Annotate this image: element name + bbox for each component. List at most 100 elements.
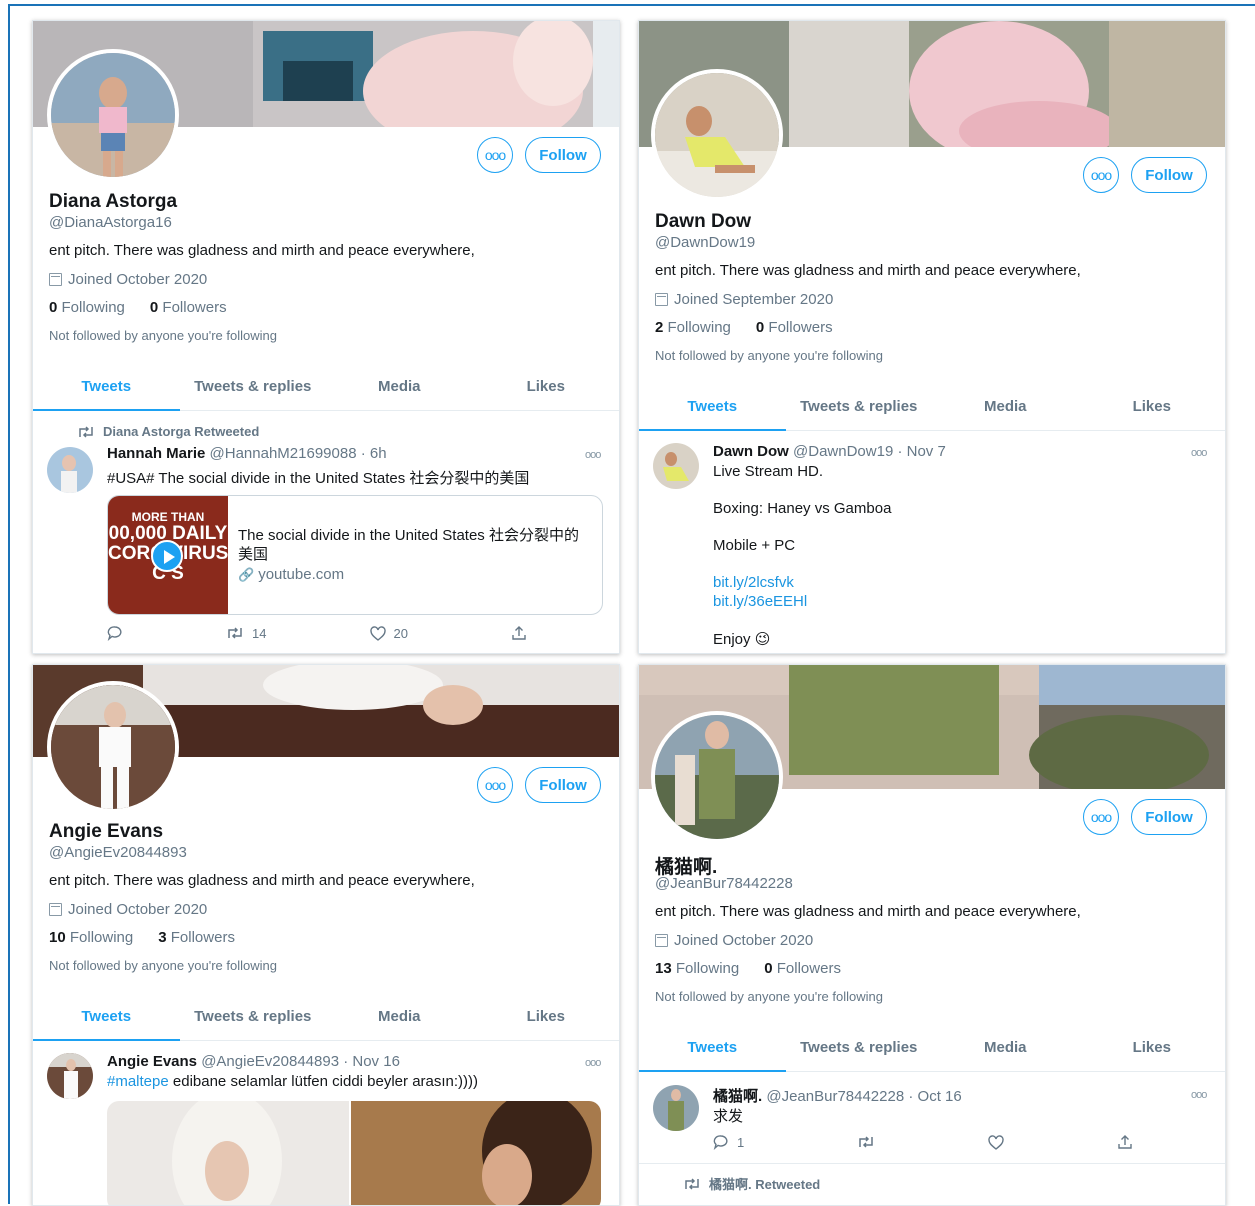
tweet-author-name[interactable]: Hannah Marie: [107, 445, 205, 462]
tab-likes[interactable]: Likes: [473, 362, 620, 410]
tweet-text: #maltepe edibane selamlar lütfen ciddi b…: [107, 1073, 479, 1090]
tab-tweets[interactable]: Tweets: [33, 992, 180, 1041]
more-options-button[interactable]: ooo: [477, 137, 513, 173]
reply-button[interactable]: [107, 625, 123, 641]
tab-tweets[interactable]: Tweets: [639, 1023, 786, 1072]
tab-tweets[interactable]: Tweets: [639, 382, 786, 431]
followers-link[interactable]: 0 Followers: [756, 319, 833, 336]
more-options-button[interactable]: ooo: [477, 767, 513, 803]
like-button[interactable]: 20: [369, 625, 408, 641]
following-link[interactable]: 13 Following: [655, 960, 739, 977]
tweet-time[interactable]: · Nov 16: [343, 1053, 400, 1070]
tweet-more-icon[interactable]: ooo: [1191, 447, 1207, 459]
tweet-more-icon[interactable]: ooo: [585, 1057, 601, 1069]
joined-date: Joined September 2020: [655, 291, 833, 308]
profile-handle: @DianaAstorga16: [49, 214, 172, 231]
tweet-time[interactable]: · Nov 7: [897, 443, 945, 460]
like-button[interactable]: [988, 1134, 1004, 1150]
tweet-more-icon[interactable]: ooo: [585, 449, 601, 461]
follow-button[interactable]: Follow: [525, 137, 601, 173]
tweet-author-name[interactable]: Dawn Dow: [713, 443, 789, 460]
tweet-author-name[interactable]: 橘猫啊.: [713, 1088, 762, 1105]
more-options-button[interactable]: ooo: [1083, 799, 1119, 835]
wink-emoji-icon: 😉: [754, 631, 771, 648]
follow-button[interactable]: Follow: [1131, 799, 1207, 835]
profile-name: Diana Astorga: [49, 191, 178, 212]
tab-likes[interactable]: Likes: [1079, 1023, 1226, 1071]
retweet-indicator: 橘猫啊. Retweeted: [683, 1174, 820, 1193]
tweet-actions: 1: [713, 1134, 1133, 1150]
profile-avatar[interactable]: [47, 49, 179, 181]
tweet-header: Angie Evans @AngieEv20844893 · Nov 16: [107, 1053, 400, 1070]
tweet-link[interactable]: bit.ly/36eEEHl: [713, 593, 807, 610]
play-icon[interactable]: [151, 540, 183, 572]
tweet-more-icon[interactable]: ooo: [1191, 1089, 1207, 1101]
tab-tweets-replies[interactable]: Tweets & replies: [180, 362, 327, 410]
retweet-icon: [859, 1136, 873, 1148]
tab-likes[interactable]: Likes: [1079, 382, 1226, 430]
profile-avatar[interactable]: [47, 681, 179, 813]
tab-media[interactable]: Media: [932, 1023, 1079, 1071]
following-link[interactable]: 2 Following: [655, 319, 731, 336]
retweet-button[interactable]: 14: [226, 625, 266, 641]
profile-avatar[interactable]: [651, 711, 783, 843]
profile-avatar[interactable]: [651, 69, 783, 201]
tweet-author-avatar[interactable]: [653, 1085, 699, 1131]
tweet-header: Hannah Marie @HannahM21699088 · 6h: [107, 445, 387, 462]
tweet-time[interactable]: · 6h: [361, 445, 387, 462]
tab-tweets-replies[interactable]: Tweets & replies: [786, 382, 933, 430]
tab-likes[interactable]: Likes: [473, 992, 620, 1040]
tweet-link[interactable]: bit.ly/2lcsfvk: [713, 574, 794, 591]
tweet-author-handle[interactable]: @AngieEv20844893: [201, 1053, 339, 1070]
retweet-button[interactable]: [857, 1134, 875, 1150]
tweet-author-avatar[interactable]: [47, 1053, 93, 1099]
tweet-divider: [639, 1163, 1225, 1164]
tweet-header: Dawn Dow @DawnDow19 · Nov 7: [713, 443, 946, 460]
tab-tweets-replies[interactable]: Tweets & replies: [180, 992, 327, 1040]
profile-bio: ent pitch. There was gladness and mirth …: [49, 242, 475, 259]
tweet-author-handle[interactable]: @DawnDow19: [793, 443, 893, 460]
retweet-icon: [228, 627, 242, 639]
more-options-button[interactable]: ooo: [1083, 157, 1119, 193]
tweet-author-handle[interactable]: @HannahM21699088: [210, 445, 357, 462]
joined-date: Joined October 2020: [655, 932, 813, 949]
link-card[interactable]: MORE THAN 00,000 DAILY CORO VIRUS C S Th…: [107, 495, 603, 615]
share-button[interactable]: [511, 625, 527, 641]
profile-tabs: Tweets Tweets & replies Media Likes: [33, 992, 619, 1041]
tweet-author-name[interactable]: Angie Evans: [107, 1053, 197, 1070]
link-card-domain: 🔗 youtube.com: [238, 566, 345, 583]
retweet-indicator: Diana Astorga Retweeted: [77, 424, 259, 439]
joined-text: Joined October 2020: [68, 271, 208, 288]
profile-tabs: Tweets Tweets & replies Media Likes: [33, 362, 619, 411]
joined-text: Joined October 2020: [68, 901, 208, 918]
tweet-author-avatar[interactable]: [653, 443, 699, 489]
tab-media[interactable]: Media: [326, 362, 473, 410]
not-followed-note: Not followed by anyone you're following: [49, 328, 277, 343]
reply-icon: [107, 626, 122, 641]
followers-link[interactable]: 3 Followers: [158, 929, 235, 946]
retweet-icon: [685, 1177, 699, 1190]
profile-tabs: Tweets Tweets & replies Media Likes: [639, 1023, 1225, 1072]
share-button[interactable]: [1117, 1134, 1133, 1150]
reply-button[interactable]: 1: [713, 1134, 744, 1150]
follow-button[interactable]: Follow: [1131, 157, 1207, 193]
tab-media[interactable]: Media: [326, 992, 473, 1040]
hashtag-link[interactable]: #maltepe: [107, 1073, 169, 1090]
heart-icon: [369, 625, 386, 641]
follow-counts: 13 Following 0 Followers: [655, 960, 841, 977]
tweet-author-handle[interactable]: @JeanBur78442228: [766, 1088, 904, 1105]
calendar-icon: [49, 273, 62, 286]
tweet-time[interactable]: · Oct 16: [908, 1088, 961, 1105]
tab-media[interactable]: Media: [932, 382, 1079, 430]
following-link[interactable]: 10 Following: [49, 929, 133, 946]
followers-link[interactable]: 0 Followers: [150, 299, 227, 316]
joined-text: Joined September 2020: [674, 291, 834, 308]
followers-link[interactable]: 0 Followers: [764, 960, 841, 977]
tweet-author-avatar[interactable]: [47, 447, 93, 493]
tweet-media[interactable]: [107, 1101, 601, 1205]
profile-name: Angie Evans: [49, 821, 164, 842]
tab-tweets-replies[interactable]: Tweets & replies: [786, 1023, 933, 1071]
following-link[interactable]: 0 Following: [49, 299, 125, 316]
follow-button[interactable]: Follow: [525, 767, 601, 803]
tab-tweets[interactable]: Tweets: [33, 362, 180, 411]
